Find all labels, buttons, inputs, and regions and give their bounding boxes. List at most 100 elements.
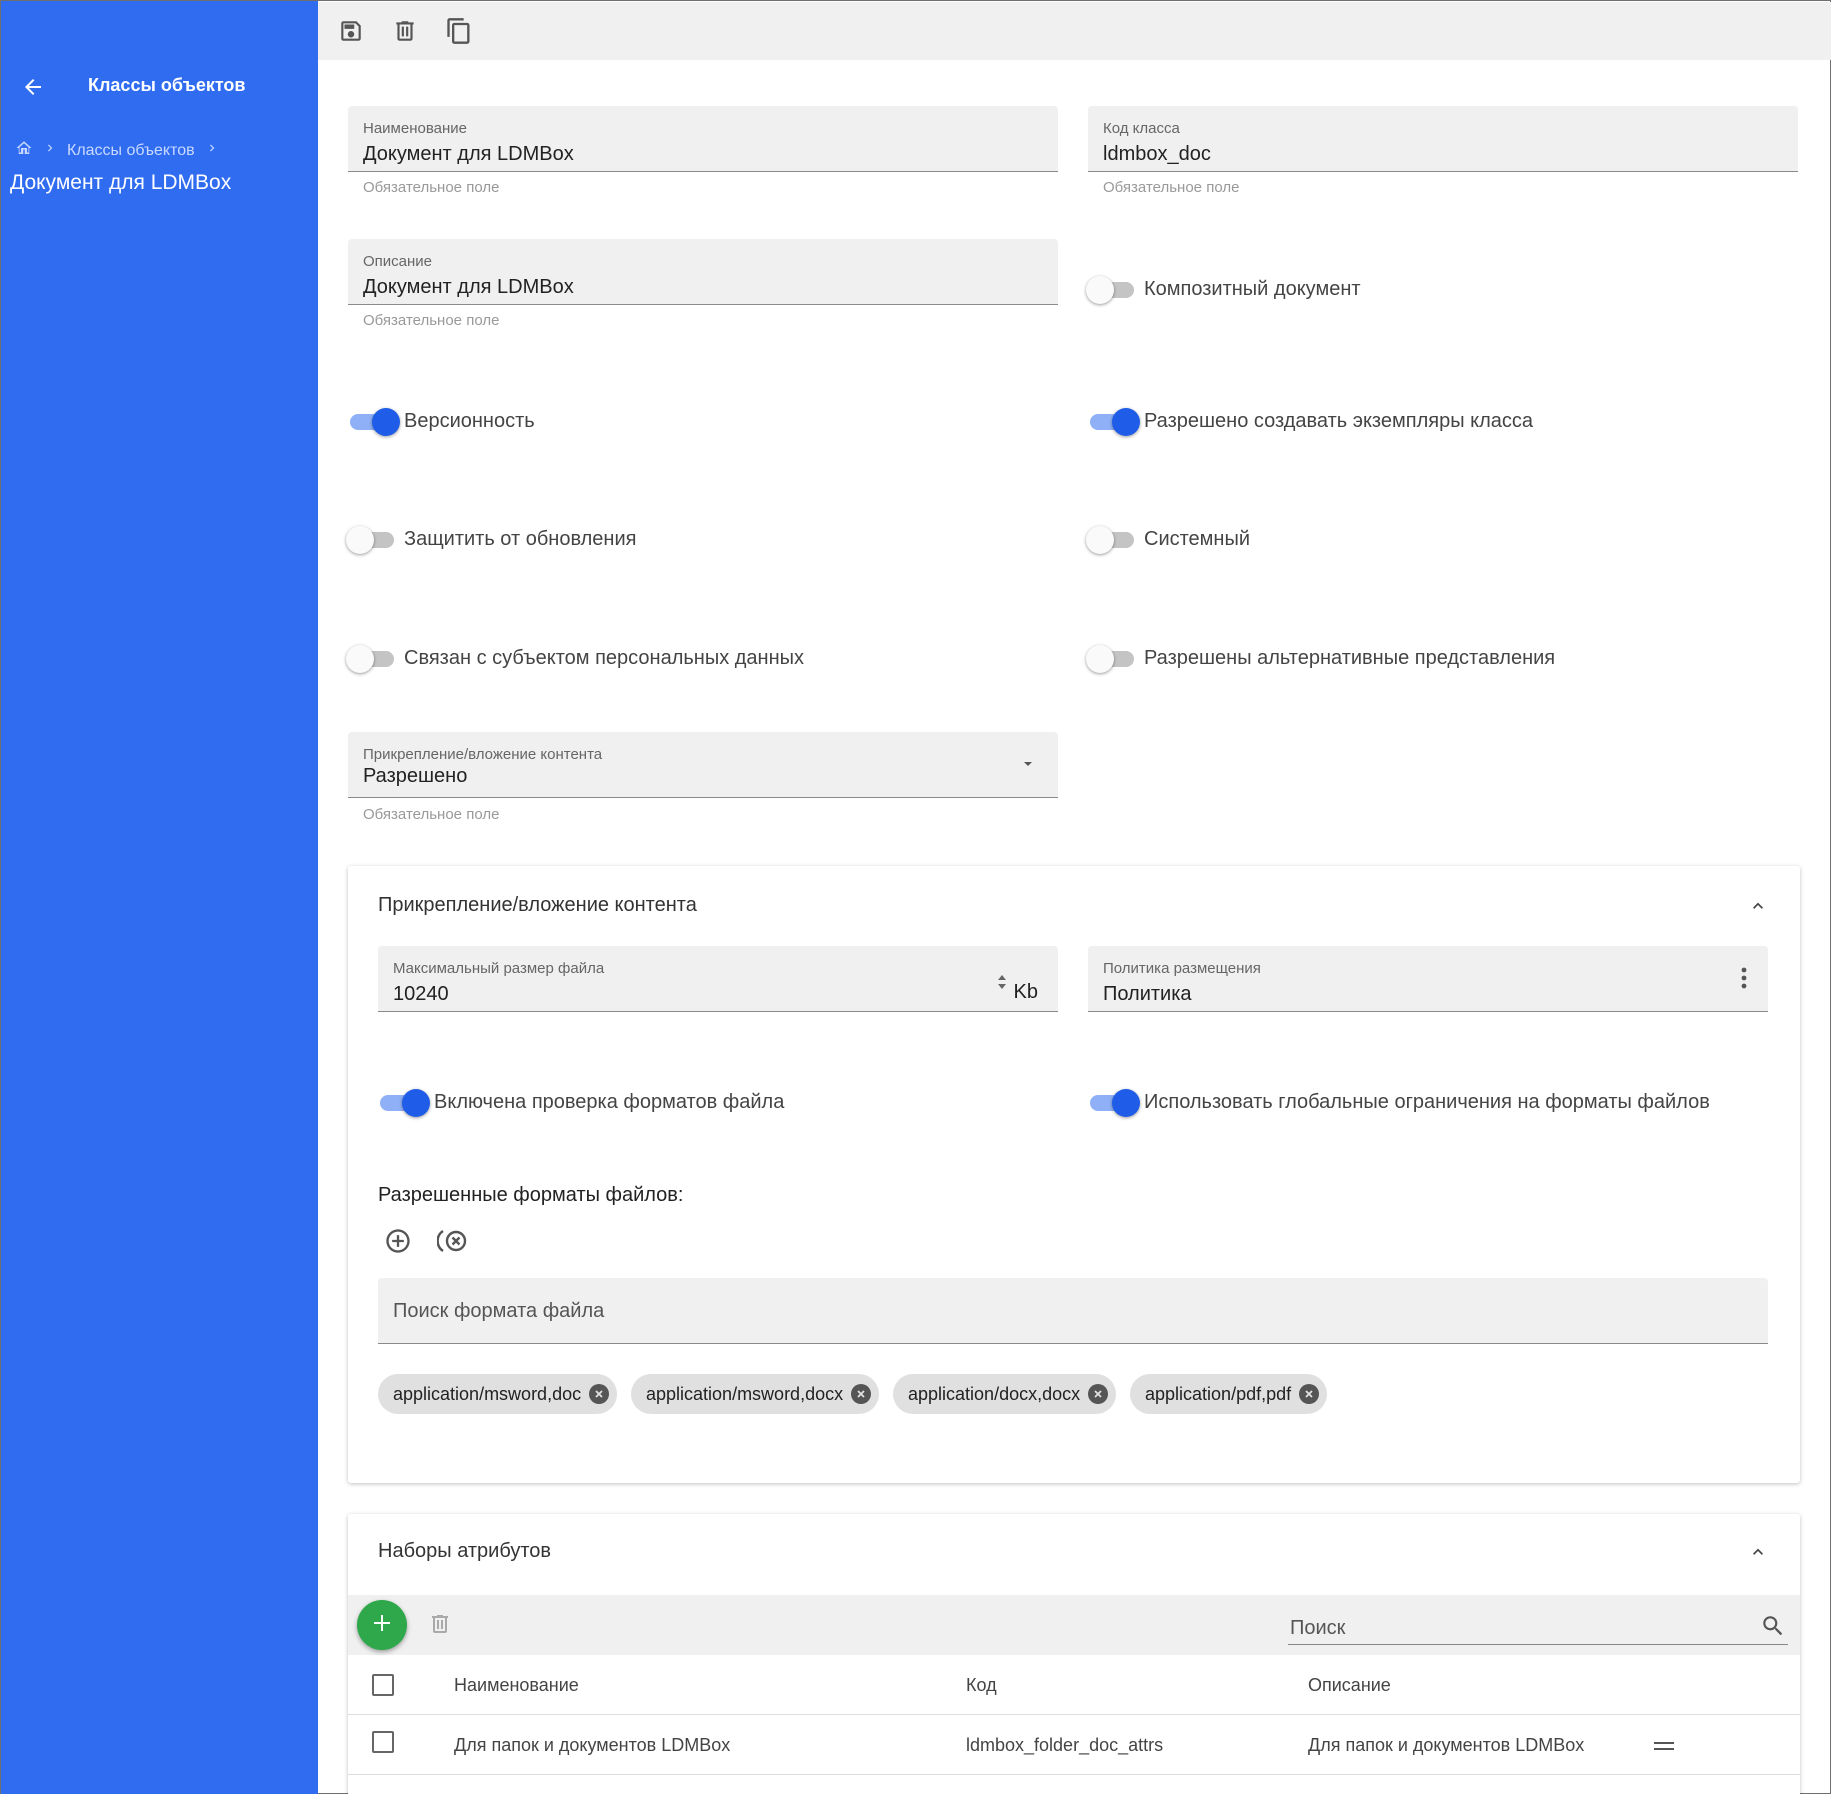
column-header-code[interactable]: Код — [966, 1675, 997, 1696]
chip-label: application/msword,docx — [646, 1383, 844, 1404]
class-code-field[interactable]: Код класса ldmbox_doc — [1088, 106, 1798, 172]
breadcrumb-link-classes[interactable]: Классы объектов — [67, 142, 195, 160]
attribute-sets-title: Наборы атрибутов — [378, 1540, 552, 1562]
grid-search-input[interactable]: Поиск — [1288, 1609, 1788, 1645]
column-header-description[interactable]: Описание — [1308, 1675, 1391, 1696]
content-attach-card: Прикрепление/вложение контента Максималь… — [348, 866, 1800, 1483]
breadcrumb: Классы объектов — [15, 139, 219, 162]
format-search-input[interactable]: Поиск формата файла — [378, 1278, 1768, 1344]
more-vert-icon[interactable] — [1740, 966, 1748, 995]
name-field[interactable]: Наименование Документ для LDMBox — [348, 106, 1058, 172]
name-label: Наименование — [363, 120, 467, 137]
allowed-formats-title: Разрешенные форматы файлов: — [378, 1184, 684, 1206]
chevron-right-icon — [43, 141, 57, 160]
description-label: Описание — [363, 253, 433, 270]
row-code: ldmbox_folder_doc_attrs — [966, 1735, 1164, 1755]
check-formats-toggle[interactable]: Включена проверка форматов файла — [380, 1088, 785, 1117]
copy-icon[interactable] — [443, 15, 475, 47]
composite-toggle[interactable]: Композитный документ — [1086, 275, 1361, 304]
description-value: Документ для LDMBox — [363, 276, 574, 298]
content-attach-hint: Обязательное поле — [363, 806, 500, 823]
placement-policy-value: Политика — [1103, 983, 1192, 1005]
class-code-hint: Обязательное поле — [1103, 179, 1240, 196]
back-arrow-icon[interactable] — [17, 71, 49, 103]
global-limits-label: Использовать глобальные ограничения на ф… — [1144, 1091, 1710, 1113]
description-hint: Обязательное поле — [363, 312, 500, 329]
plus-icon — [370, 1611, 394, 1640]
delete-icon[interactable] — [389, 15, 421, 47]
delete-icon[interactable] — [428, 1612, 452, 1641]
max-size-value: 10240 — [393, 983, 449, 1005]
sidebar-title: Классы объектов — [88, 75, 246, 95]
save-icon[interactable] — [335, 15, 367, 47]
system-label: Системный — [1144, 528, 1251, 550]
remove-chip-icon[interactable] — [1299, 1384, 1320, 1404]
max-size-label: Максимальный размер файла — [393, 960, 605, 977]
remove-chip-icon[interactable] — [589, 1384, 610, 1404]
clear-all-icon[interactable] — [436, 1227, 471, 1260]
row-name: Для папок и документов LDMBox — [454, 1735, 731, 1755]
content-attach-label: Прикрепление/вложение контента — [363, 746, 603, 763]
drag-handle-icon[interactable] — [1653, 1737, 1675, 1758]
grid-header: Наименование Код Описание — [348, 1655, 1800, 1715]
placement-policy-label: Политика размещения — [1103, 960, 1261, 977]
chip-label: application/msword,doc — [393, 1383, 582, 1404]
chevron-right-icon — [205, 141, 219, 160]
table-row[interactable]: Для папок и документов LDMBox ldmbox_fol… — [348, 1715, 1800, 1775]
chip-label: application/pdf,pdf — [1145, 1383, 1292, 1404]
format-chip: application/msword,doc — [378, 1374, 618, 1414]
max-size-field[interactable]: Максимальный размер файла 10240 Kb — [378, 946, 1058, 1012]
format-search-placeholder: Поиск формата файла — [393, 1300, 605, 1322]
row-checkbox[interactable] — [372, 1731, 394, 1753]
content-attach-select[interactable]: Прикрепление/вложение контента Разрешено — [348, 732, 1058, 798]
allow-instances-toggle[interactable]: Разрешено создавать экземпляры класса — [1090, 407, 1534, 436]
composite-label: Композитный документ — [1144, 278, 1361, 300]
main-content: Наименование Документ для LDMBox Обязате… — [318, 60, 1831, 1794]
versioning-toggle[interactable]: Версионность — [350, 407, 535, 436]
format-chip: application/pdf,pdf — [1130, 1374, 1328, 1414]
protect-toggle[interactable]: Защитить от обновления — [346, 525, 637, 554]
chevron-up-icon[interactable] — [1746, 1540, 1770, 1564]
personal-data-toggle[interactable]: Связан с субъектом персональных данных — [346, 644, 805, 673]
system-toggle[interactable]: Системный — [1086, 525, 1251, 554]
class-code-value: ldmbox_doc — [1103, 143, 1211, 165]
add-button[interactable] — [357, 1600, 407, 1650]
app-frame: Классы объектов Классы объектов Документ… — [0, 0, 1831, 1794]
global-limits-toggle[interactable]: Использовать глобальные ограничения на ф… — [1090, 1088, 1710, 1117]
remove-chip-icon[interactable] — [1088, 1384, 1109, 1404]
class-code-label: Код класса — [1103, 120, 1180, 137]
name-value: Документ для LDMBox — [363, 143, 574, 165]
grid-toolbar: Поиск — [348, 1595, 1800, 1655]
stepper-icon[interactable] — [996, 972, 1008, 997]
format-chip: application/docx,docx — [893, 1374, 1117, 1414]
search-icon[interactable] — [1760, 1613, 1786, 1644]
column-header-name[interactable]: Наименование — [454, 1675, 579, 1696]
description-field[interactable]: Описание Документ для LDMBox — [348, 239, 1058, 305]
max-size-unit: Kb — [1013, 981, 1038, 1003]
attribute-sets-card: Наборы атрибутов Поиск Наименование Код … — [348, 1514, 1800, 1794]
format-chip: application/msword,docx — [631, 1374, 880, 1414]
remove-chip-icon[interactable] — [851, 1384, 872, 1404]
versioning-label: Версионность — [404, 410, 535, 432]
row-description: Для папок и документов LDMBox — [1308, 1735, 1585, 1755]
chip-label: application/docx,docx — [908, 1383, 1081, 1404]
select-all-checkbox[interactable] — [372, 1674, 394, 1696]
alt-views-label: Разрешены альтернативные представления — [1144, 647, 1556, 669]
grid-search-placeholder: Поиск — [1290, 1617, 1346, 1639]
content-attach-value: Разрешено — [363, 765, 468, 787]
personal-data-label: Связан с субъектом персональных данных — [404, 647, 805, 669]
format-chips: application/msword,doc application/mswor… — [378, 1374, 1778, 1414]
chevron-up-icon[interactable] — [1746, 894, 1770, 918]
home-icon[interactable] — [15, 139, 33, 162]
toolbar — [318, 2, 1831, 60]
alt-views-toggle[interactable]: Разрешены альтернативные представления — [1086, 644, 1556, 673]
check-formats-label: Включена проверка форматов файла — [434, 1091, 785, 1113]
placement-policy-field[interactable]: Политика размещения Политика — [1088, 946, 1768, 1012]
dropdown-arrow-icon[interactable] — [1020, 756, 1036, 777]
allow-instances-label: Разрешено создавать экземпляры класса — [1144, 410, 1534, 432]
name-hint: Обязательное поле — [363, 179, 500, 196]
protect-label: Защитить от обновления — [404, 528, 637, 550]
add-circle-icon[interactable] — [384, 1227, 412, 1260]
content-card-title: Прикрепление/вложение контента — [378, 894, 697, 916]
sidebar: Классы объектов Классы объектов Документ… — [1, 1, 318, 1794]
